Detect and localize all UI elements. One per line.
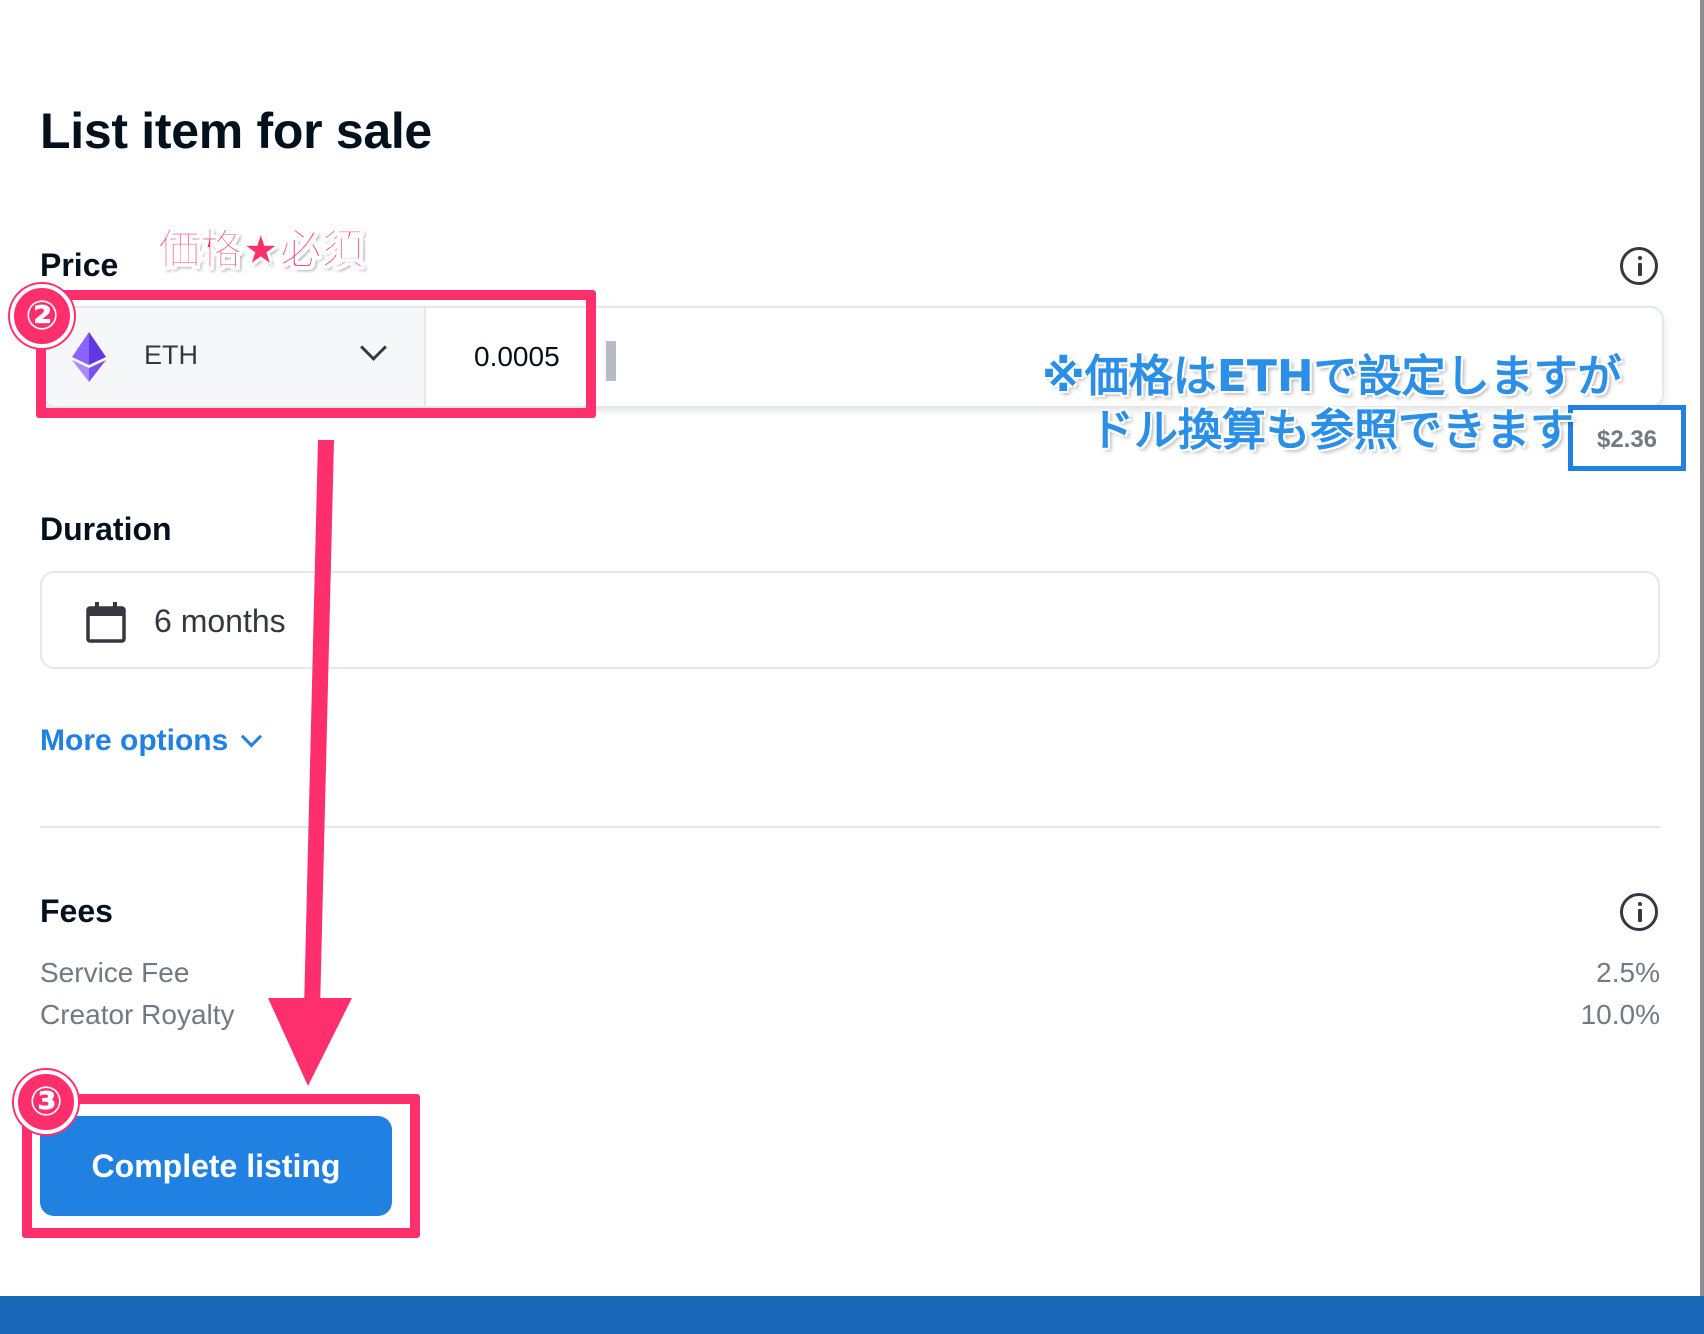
price-label: Price	[40, 247, 119, 283]
page-title: List item for sale	[40, 103, 432, 159]
divider	[40, 826, 1660, 828]
more-options-toggle[interactable]: More options	[40, 724, 263, 758]
usd-conversion-badge: $2.36	[1568, 405, 1686, 471]
annotation-price-required: 価格★必須	[158, 225, 365, 275]
price-info-icon[interactable]	[1620, 247, 1658, 285]
duration-picker[interactable]: 6 months	[40, 571, 1660, 669]
calendar-icon	[86, 602, 126, 643]
fee-value: 2.5%	[1596, 957, 1660, 988]
chevron-down-icon	[241, 726, 263, 748]
annotation-conversion-note-line2: ドル換算も参照できます	[1090, 405, 1574, 456]
text-cursor	[606, 341, 616, 381]
annotation-step-3: ③	[14, 1070, 78, 1134]
fees-label: Fees	[40, 893, 113, 929]
usd-value: $2.36	[1596, 426, 1658, 453]
more-options-label: More options	[40, 724, 229, 757]
fee-name: Service Fee	[40, 957, 190, 988]
duration-value: 6 months	[154, 603, 286, 639]
window-edge	[1700, 0, 1704, 1334]
annotation-box-price	[36, 290, 596, 418]
footer-band	[0, 1296, 1704, 1334]
annotation-step-2: ②	[10, 284, 74, 348]
fees-info-icon[interactable]	[1620, 893, 1658, 931]
fee-value: 10.0%	[1580, 999, 1660, 1030]
duration-label: Duration	[40, 511, 172, 547]
fee-name: Creator Royalty	[40, 999, 235, 1030]
annotation-box-complete	[22, 1094, 420, 1238]
